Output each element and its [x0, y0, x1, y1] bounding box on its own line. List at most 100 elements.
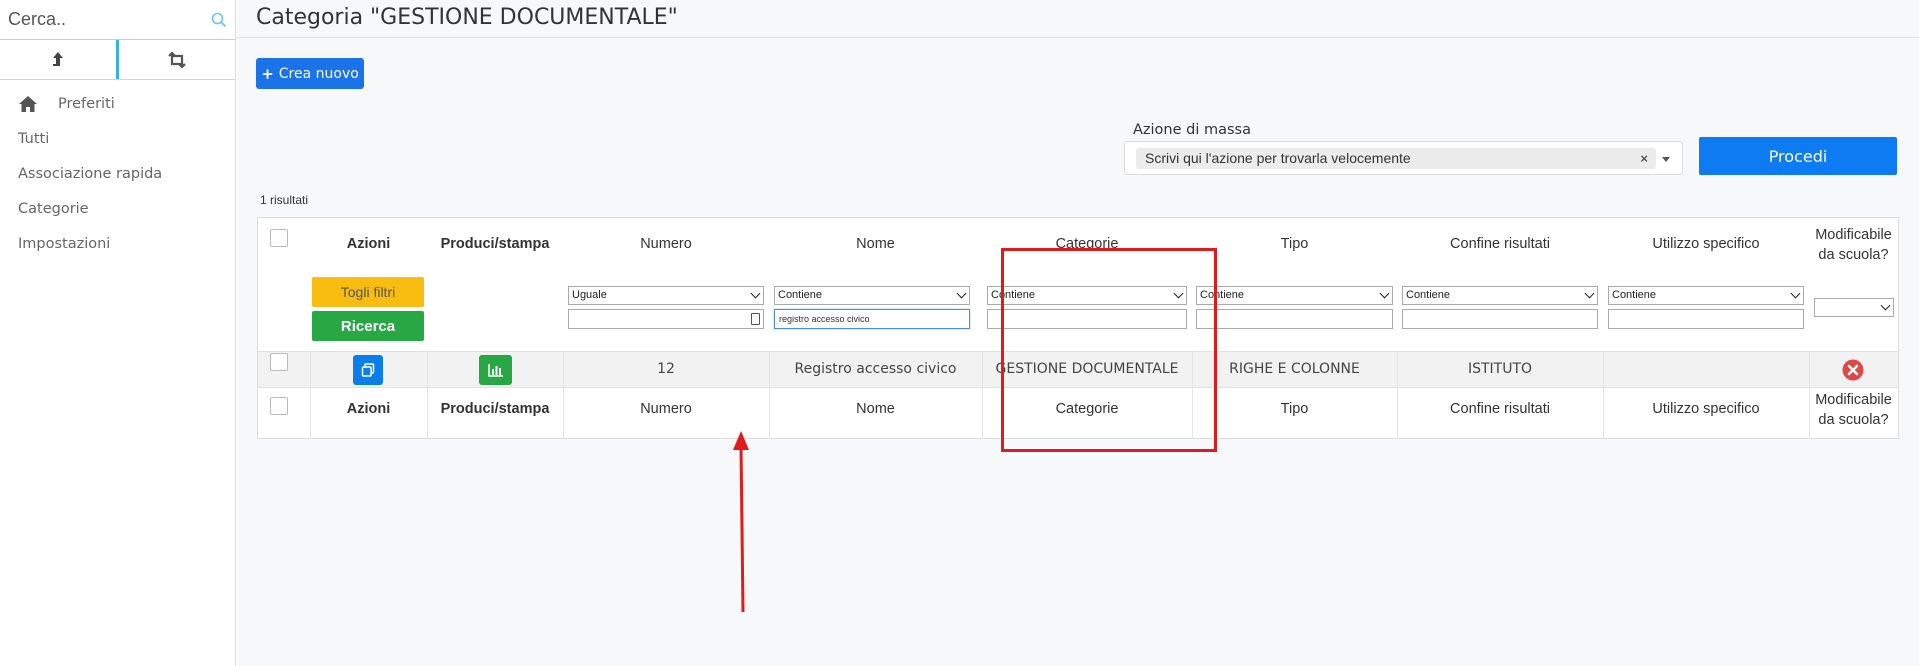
chevron-down-icon: [1880, 300, 1891, 311]
confine-filter-input[interactable]: [1402, 309, 1598, 329]
column-footer-produci-stampa: Produci/stampa: [440, 401, 550, 417]
copy-icon: [361, 363, 375, 377]
column-footer-numero: Numero: [640, 401, 692, 417]
column-modificabile: Modificabile da scuola? Modificabile da …: [1809, 218, 1898, 438]
page-header: Categoria "GESTIONE DOCUMENTALE": [237, 0, 1919, 38]
categorie-filter-operator[interactable]: Contiene: [987, 286, 1187, 305]
column-footer-confine-risultati: Confine risultati: [1450, 401, 1550, 417]
sidebar-search: [0, 0, 235, 40]
column-footer-categorie: Categorie: [1055, 401, 1119, 417]
sidebar-item-label: Categorie: [18, 200, 89, 217]
create-new-label: Crea nuovo: [278, 65, 359, 82]
nome-filter-input[interactable]: registro accesso civico: [774, 309, 970, 329]
cell-numero: 12: [657, 361, 675, 377]
mass-action-label: Azione di massa: [1133, 122, 1251, 138]
cell-tipo: RIGHE E COLONNE: [1229, 361, 1360, 377]
number-spinner-icon[interactable]: [751, 313, 760, 325]
modificabile-filter-select[interactable]: [1814, 298, 1894, 317]
utilizzo-filter-input[interactable]: [1608, 309, 1804, 329]
delete-circle-icon[interactable]: [1842, 359, 1864, 381]
cell-categorie: GESTIONE DOCUMENTALE: [995, 361, 1179, 377]
column-header-modificabile[interactable]: Modificabile da scuola?: [1809, 225, 1898, 265]
column-footer-tipo: Tipo: [1280, 401, 1309, 417]
sidebar-nav: Preferiti Tutti Associazione rapida Cate…: [0, 80, 235, 261]
mass-action-select[interactable]: Scrivi qui l'azione per trovarla velocem…: [1124, 141, 1683, 175]
sidebar-item-preferiti[interactable]: Preferiti: [0, 86, 235, 121]
utilizzo-filter-operator[interactable]: Contiene: [1608, 286, 1804, 305]
nome-filter-operator[interactable]: Contiene: [774, 286, 970, 305]
sidebar-item-label: Preferiti: [58, 95, 115, 112]
copy-button[interactable]: [353, 355, 383, 385]
produce-print-button[interactable]: [479, 355, 512, 385]
results-table: Azioni Azioni Togli filtri Ricerca Produ…: [257, 217, 1899, 439]
tipo-filter-operator[interactable]: Contiene: [1196, 286, 1393, 305]
column-header-nome[interactable]: Nome: [769, 236, 982, 252]
bar-chart-icon: [487, 364, 503, 377]
select-all-checkbox-footer[interactable]: [270, 397, 288, 415]
column-tipo: Tipo Contiene RIGHE E COLONNE Tipo: [1192, 218, 1397, 438]
clear-selection-icon[interactable]: ×: [1640, 148, 1648, 169]
column-header-tipo[interactable]: Tipo: [1192, 236, 1397, 252]
column-confine-risultati: Confine risultati Contiene ISTITUTO Conf…: [1397, 218, 1603, 438]
sidebar: Preferiti Tutti Associazione rapida Cate…: [0, 0, 236, 666]
sidebar-item-impostazioni[interactable]: Impostazioni: [0, 226, 235, 261]
column-produci-stampa: Produci/stampa Produci/stampa: [427, 218, 563, 438]
numero-filter-operator[interactable]: Uguale: [568, 286, 764, 305]
sidebar-item-label: Tutti: [18, 130, 50, 147]
row-checkbox[interactable]: [270, 353, 288, 371]
sidebar-item-associazione-rapida[interactable]: Associazione rapida: [0, 156, 235, 191]
chevron-down-icon: [1584, 288, 1595, 299]
numero-filter-input[interactable]: [568, 309, 764, 329]
plus-icon: +: [261, 64, 274, 83]
results-count: 1 risultati: [260, 193, 309, 207]
chevron-down-icon: [1790, 288, 1801, 299]
column-utilizzo-specifico: Utilizzo specifico Contiene Utilizzo spe…: [1603, 218, 1809, 438]
search-input[interactable]: [0, 0, 235, 38]
chevron-down-icon: [750, 288, 761, 299]
categorie-filter-input[interactable]: [987, 309, 1187, 329]
sidebar-item-label: Associazione rapida: [18, 165, 163, 182]
column-footer-nome: Nome: [856, 401, 895, 417]
upload-toggle-button[interactable]: [0, 40, 119, 79]
column-categorie: Categorie Contiene GESTIONE DOCUMENTALE …: [982, 218, 1192, 438]
column-header-utilizzo-specifico[interactable]: Utilizzo specifico: [1603, 236, 1809, 252]
search-icon[interactable]: [211, 12, 227, 28]
column-header-produci-stampa[interactable]: Produci/stampa: [427, 236, 563, 252]
home-icon: [19, 95, 37, 112]
sidebar-item-categorie[interactable]: Categorie: [0, 191, 235, 226]
column-footer-azioni: Azioni: [346, 401, 391, 417]
confine-filter-operator[interactable]: Contiene: [1402, 286, 1598, 305]
mass-action-placeholder: Scrivi qui l'azione per trovarla velocem…: [1145, 150, 1411, 166]
chevron-down-icon[interactable]: [1662, 157, 1670, 162]
retweet-icon: [168, 51, 186, 68]
categorie-filter-operator-value: Contiene: [991, 289, 1036, 301]
column-footer-utilizzo-specifico: Utilizzo specifico: [1652, 401, 1760, 417]
column-footer-modificabile: Modificabile da scuola?: [1815, 392, 1892, 428]
column-header-azioni[interactable]: Azioni: [310, 236, 427, 252]
sidebar-toggle: [0, 40, 235, 80]
utilizzo-filter-operator-value: Contiene: [1612, 289, 1657, 301]
swap-toggle-button[interactable]: [119, 40, 235, 79]
column-numero: Numero Uguale 12 Numero: [563, 218, 769, 438]
chevron-down-icon: [1379, 288, 1390, 299]
proceed-button[interactable]: Procedi: [1699, 137, 1897, 175]
column-header-numero[interactable]: Numero: [563, 236, 769, 252]
clear-filters-button[interactable]: Togli filtri: [312, 277, 424, 307]
sidebar-item-tutti[interactable]: Tutti: [0, 121, 235, 156]
column-header-confine-risultati[interactable]: Confine risultati: [1397, 236, 1603, 252]
column-header-categorie[interactable]: Categorie: [982, 236, 1192, 252]
tipo-filter-input[interactable]: [1196, 309, 1393, 329]
nome-filter-operator-value: Contiene: [778, 289, 823, 301]
create-new-button[interactable]: + Crea nuovo: [256, 58, 364, 89]
cell-nome: Registro accesso civico: [794, 361, 957, 377]
select-all-checkbox[interactable]: [270, 229, 288, 247]
column-nome: Nome Contiene registro accesso civico Re…: [769, 218, 982, 438]
page-title: Categoria "GESTIONE DOCUMENTALE": [256, 5, 678, 30]
tipo-filter-operator-value: Contiene: [1200, 289, 1245, 301]
numero-filter-operator-value: Uguale: [572, 289, 607, 301]
arrow-up-icon: [53, 51, 63, 66]
chevron-down-icon: [1173, 288, 1184, 299]
mass-action-selected: Scrivi qui l'azione per trovarla velocem…: [1136, 148, 1656, 169]
search-button[interactable]: Ricerca: [312, 311, 424, 341]
main-content: Categoria "GESTIONE DOCUMENTALE" + Crea …: [237, 0, 1919, 666]
